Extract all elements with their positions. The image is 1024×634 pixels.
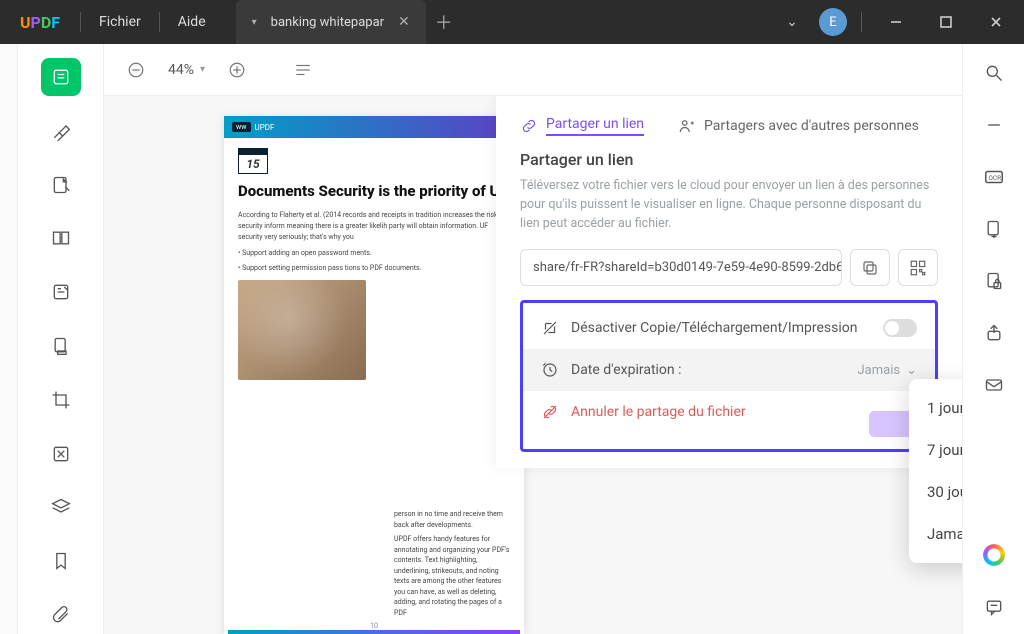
- avatar[interactable]: E: [819, 8, 847, 36]
- zoom-in-button[interactable]: [223, 56, 251, 84]
- app-logo: UPDF: [0, 13, 80, 32]
- protect-icon[interactable]: [41, 327, 81, 365]
- menu-file[interactable]: Fichier: [81, 14, 159, 30]
- expiry-option-7days[interactable]: 7 jours: [909, 429, 962, 471]
- attachment-icon[interactable]: [41, 596, 81, 634]
- share-icon[interactable]: [979, 318, 1009, 348]
- reader-mode-icon[interactable]: [41, 58, 81, 96]
- theme-color-icon[interactable]: [979, 540, 1009, 570]
- zoom-level[interactable]: 44%▾: [168, 62, 205, 78]
- qr-code-button[interactable]: [898, 249, 938, 286]
- copy-link-button[interactable]: [850, 249, 890, 286]
- zoom-out-button[interactable]: [122, 56, 150, 84]
- form-icon[interactable]: [41, 273, 81, 311]
- crop-icon[interactable]: [41, 381, 81, 419]
- zoom-toolbar: 44%▾: [104, 44, 962, 96]
- tab-share-link[interactable]: Partager un lien: [520, 116, 644, 136]
- doc-image: [238, 280, 366, 380]
- option-disable-copy: Désactiver Copie/Téléchargement/Impressi…: [523, 307, 935, 349]
- share-description: Téléversez votre fichier vers le cloud p…: [520, 177, 938, 233]
- expiry-option-never[interactable]: Jamais: [909, 513, 962, 555]
- tab-title: banking whitepapar: [271, 15, 384, 30]
- tab-share-others[interactable]: Partagers avec d'autres personnes: [678, 117, 919, 135]
- right-toolbar: OCR: [962, 44, 1024, 634]
- pages-icon[interactable]: [41, 219, 81, 257]
- comment-icon[interactable]: [979, 592, 1009, 622]
- dropdown-icon[interactable]: ⌄: [775, 5, 809, 39]
- document-viewport[interactable]: wwUPDF 15 Documents Security is the prio…: [104, 96, 962, 634]
- expiry-dropdown: 1 jour 7 jours 30 jours Jamais: [909, 379, 962, 563]
- ocr-icon[interactable]: OCR: [979, 162, 1009, 192]
- left-toolbar: [18, 44, 104, 634]
- center-area: 44%▾ wwUPDF 15 Documents Security is the…: [104, 44, 962, 634]
- chevron-down-icon: ⌄: [906, 363, 917, 378]
- share-heading: Partager un lien: [520, 150, 938, 169]
- search-icon[interactable]: [979, 58, 1009, 88]
- svg-text:OCR: OCR: [988, 174, 1001, 182]
- expiry-option-1day[interactable]: 1 jour: [909, 387, 962, 429]
- tab-close-icon[interactable]: ✕: [398, 14, 410, 30]
- convert-icon[interactable]: [979, 214, 1009, 244]
- redact-icon[interactable]: [41, 435, 81, 473]
- share-panel: Partager un lien Partagers avec d'autres…: [496, 96, 962, 468]
- expiry-option-30days[interactable]: 30 jours: [909, 471, 962, 513]
- layers-icon[interactable]: [41, 489, 81, 527]
- window-close-button[interactable]: [976, 5, 1016, 39]
- lock-file-icon[interactable]: [979, 266, 1009, 296]
- left-gutter: [0, 44, 18, 634]
- share-options-box: Désactiver Copie/Téléchargement/Impressi…: [520, 300, 938, 452]
- menu-help[interactable]: Aide: [160, 14, 224, 30]
- disable-copy-toggle[interactable]: [883, 319, 917, 337]
- bookmark-icon[interactable]: [41, 542, 81, 580]
- new-tab-button[interactable]: ＋: [426, 9, 462, 35]
- pdf-page: wwUPDF 15 Documents Security is the prio…: [224, 116, 524, 634]
- window-minimize-button[interactable]: [876, 5, 916, 39]
- share-url-field[interactable]: share/fr-FR?shareId=b30d0149-7e59-4e90-8…: [520, 249, 842, 286]
- mail-icon[interactable]: [979, 370, 1009, 400]
- doc-heading: Documents Security is the priority of UI: [238, 182, 510, 200]
- highlighter-icon[interactable]: [41, 112, 81, 150]
- window-maximize-button[interactable]: [926, 5, 966, 39]
- document-tab[interactable]: ▾ banking whitepapar ✕: [236, 0, 426, 44]
- minus-icon[interactable]: [979, 110, 1009, 140]
- titlebar: UPDF Fichier Aide ▾ banking whitepapar ✕…: [0, 0, 1024, 44]
- option-expiry[interactable]: Date d'expiration : Jamais ⌄: [523, 349, 935, 391]
- edit-text-icon[interactable]: [41, 166, 81, 204]
- tab-chevron-icon: ▾: [252, 17, 257, 28]
- fit-width-icon[interactable]: [289, 56, 317, 84]
